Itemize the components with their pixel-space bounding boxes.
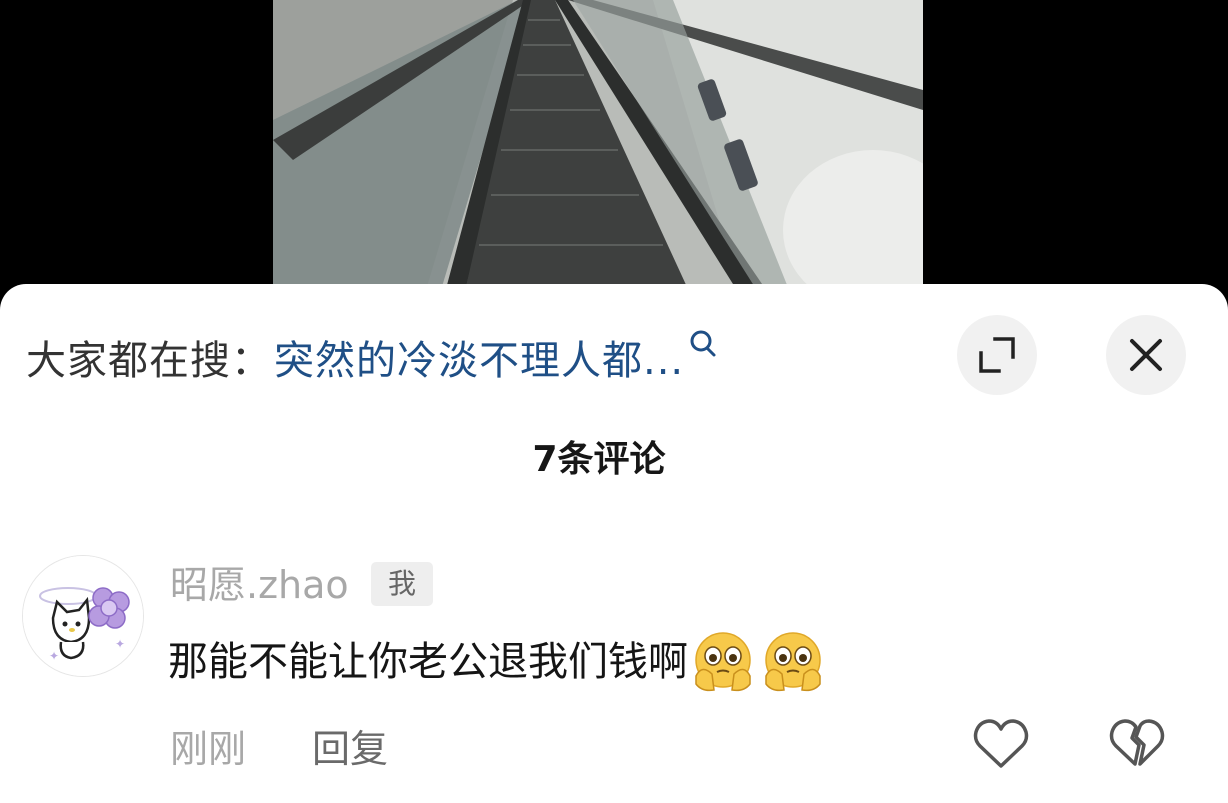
search-icon[interactable] bbox=[688, 328, 718, 364]
comment-count-title: 7条评论 bbox=[532, 439, 666, 480]
close-button[interactable] bbox=[1106, 315, 1186, 395]
svg-text:✦: ✦ bbox=[115, 637, 125, 651]
comment-body[interactable]: 那能不能让你老公退我们钱啊 bbox=[168, 630, 828, 694]
search-suggestion-row[interactable]: 大家都在搜： 突然的冷淡不理人都... bbox=[26, 322, 718, 392]
heart-icon bbox=[973, 719, 1029, 768]
reply-button[interactable]: 回复 bbox=[312, 718, 388, 773]
expand-icon bbox=[979, 337, 1015, 373]
avatar[interactable]: ✦ ✦ bbox=[22, 555, 144, 677]
me-badge: 我 bbox=[371, 562, 433, 606]
video-player[interactable] bbox=[0, 0, 1228, 300]
close-icon bbox=[1130, 339, 1162, 371]
comment-timestamp: 刚刚 bbox=[170, 727, 247, 771]
video-frame-escalator[interactable] bbox=[273, 0, 923, 300]
escalator-image bbox=[273, 0, 923, 300]
face-holding-back-tears-emoji bbox=[765, 632, 821, 692]
search-suggestion-link[interactable]: 突然的冷淡不理人都... bbox=[274, 328, 684, 386]
dislike-button[interactable] bbox=[1108, 716, 1166, 772]
avatar-image: ✦ ✦ bbox=[23, 556, 143, 676]
broken-heart-icon bbox=[1109, 719, 1165, 766]
svg-text:✦: ✦ bbox=[49, 649, 59, 663]
expand-button[interactable] bbox=[957, 315, 1037, 395]
comment-text: 那能不能让你老公退我们钱啊 bbox=[168, 639, 688, 685]
face-holding-back-tears-emoji bbox=[695, 632, 751, 692]
like-button[interactable] bbox=[972, 716, 1030, 772]
search-prefix-label: 大家都在搜： bbox=[26, 338, 272, 384]
comment-username[interactable]: 昭愿.zhao bbox=[170, 562, 349, 608]
